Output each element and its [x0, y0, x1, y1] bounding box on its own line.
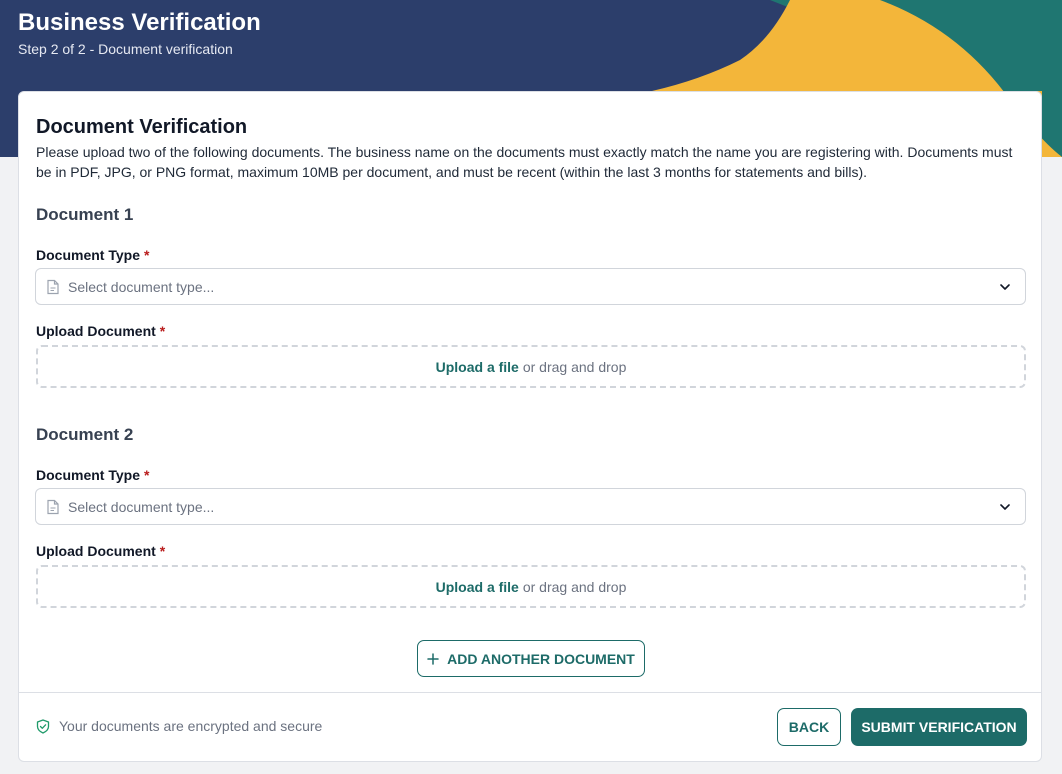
upload-label-text: Upload Document: [36, 543, 156, 559]
required-marker: *: [159, 323, 166, 339]
document-2-upload-label: Upload Document *: [36, 543, 165, 559]
footer-divider: [19, 692, 1041, 693]
document-type-label-text: Document Type: [36, 467, 140, 483]
document-1-dropzone[interactable]: Upload a file or drag and drop: [36, 345, 1026, 388]
document-icon: [46, 279, 60, 295]
document-1-heading: Document 1: [36, 205, 134, 224]
page-title: Business Verification: [18, 9, 261, 36]
document-1-upload-label: Upload Document *: [36, 323, 165, 339]
secure-note: Your documents are encrypted and secure: [36, 718, 322, 734]
verification-card: Document Verification Please upload two …: [18, 91, 1042, 762]
secure-note-text: Your documents are encrypted and secure: [59, 718, 323, 734]
back-button[interactable]: BACK: [777, 708, 841, 746]
section-description: Please upload two of the following docum…: [36, 144, 1013, 180]
upload-label-text: Upload Document: [36, 323, 156, 339]
select-placeholder: Select document type...: [68, 498, 215, 515]
upload-file-link[interactable]: Upload a file: [436, 359, 519, 375]
shield-check-icon: [36, 718, 50, 734]
plus-icon: [427, 652, 439, 665]
document-1-type-select[interactable]: Select document type...: [35, 268, 1026, 305]
document-2-type-select[interactable]: Select document type...: [35, 488, 1026, 525]
submit-verification-button[interactable]: SUBMIT VERIFICATION: [851, 708, 1027, 746]
document-2-heading: Document 2: [36, 425, 134, 444]
add-another-document-button[interactable]: ADD ANOTHER DOCUMENT: [417, 640, 645, 677]
page-subtitle: Step 2 of 2 - Document verification: [18, 41, 233, 57]
chevron-down-icon: [999, 281, 1011, 293]
upload-file-link[interactable]: Upload a file: [436, 579, 519, 595]
drag-drop-hint: or drag and drop: [522, 358, 627, 375]
select-placeholder: Select document type...: [68, 278, 215, 295]
document-1-type-label: Document Type *: [36, 247, 149, 263]
document-2-dropzone[interactable]: Upload a file or drag and drop: [36, 565, 1026, 608]
document-2-type-label: Document Type *: [36, 467, 149, 483]
document-type-label-text: Document Type: [36, 247, 140, 263]
add-another-document-label: ADD ANOTHER DOCUMENT: [447, 650, 635, 667]
chevron-down-icon: [999, 501, 1011, 513]
required-marker: *: [143, 247, 150, 263]
document-icon: [46, 499, 60, 515]
required-marker: *: [159, 543, 166, 559]
section-title: Document Verification: [36, 116, 248, 138]
drag-drop-hint: or drag and drop: [522, 578, 627, 595]
required-marker: *: [143, 467, 150, 483]
